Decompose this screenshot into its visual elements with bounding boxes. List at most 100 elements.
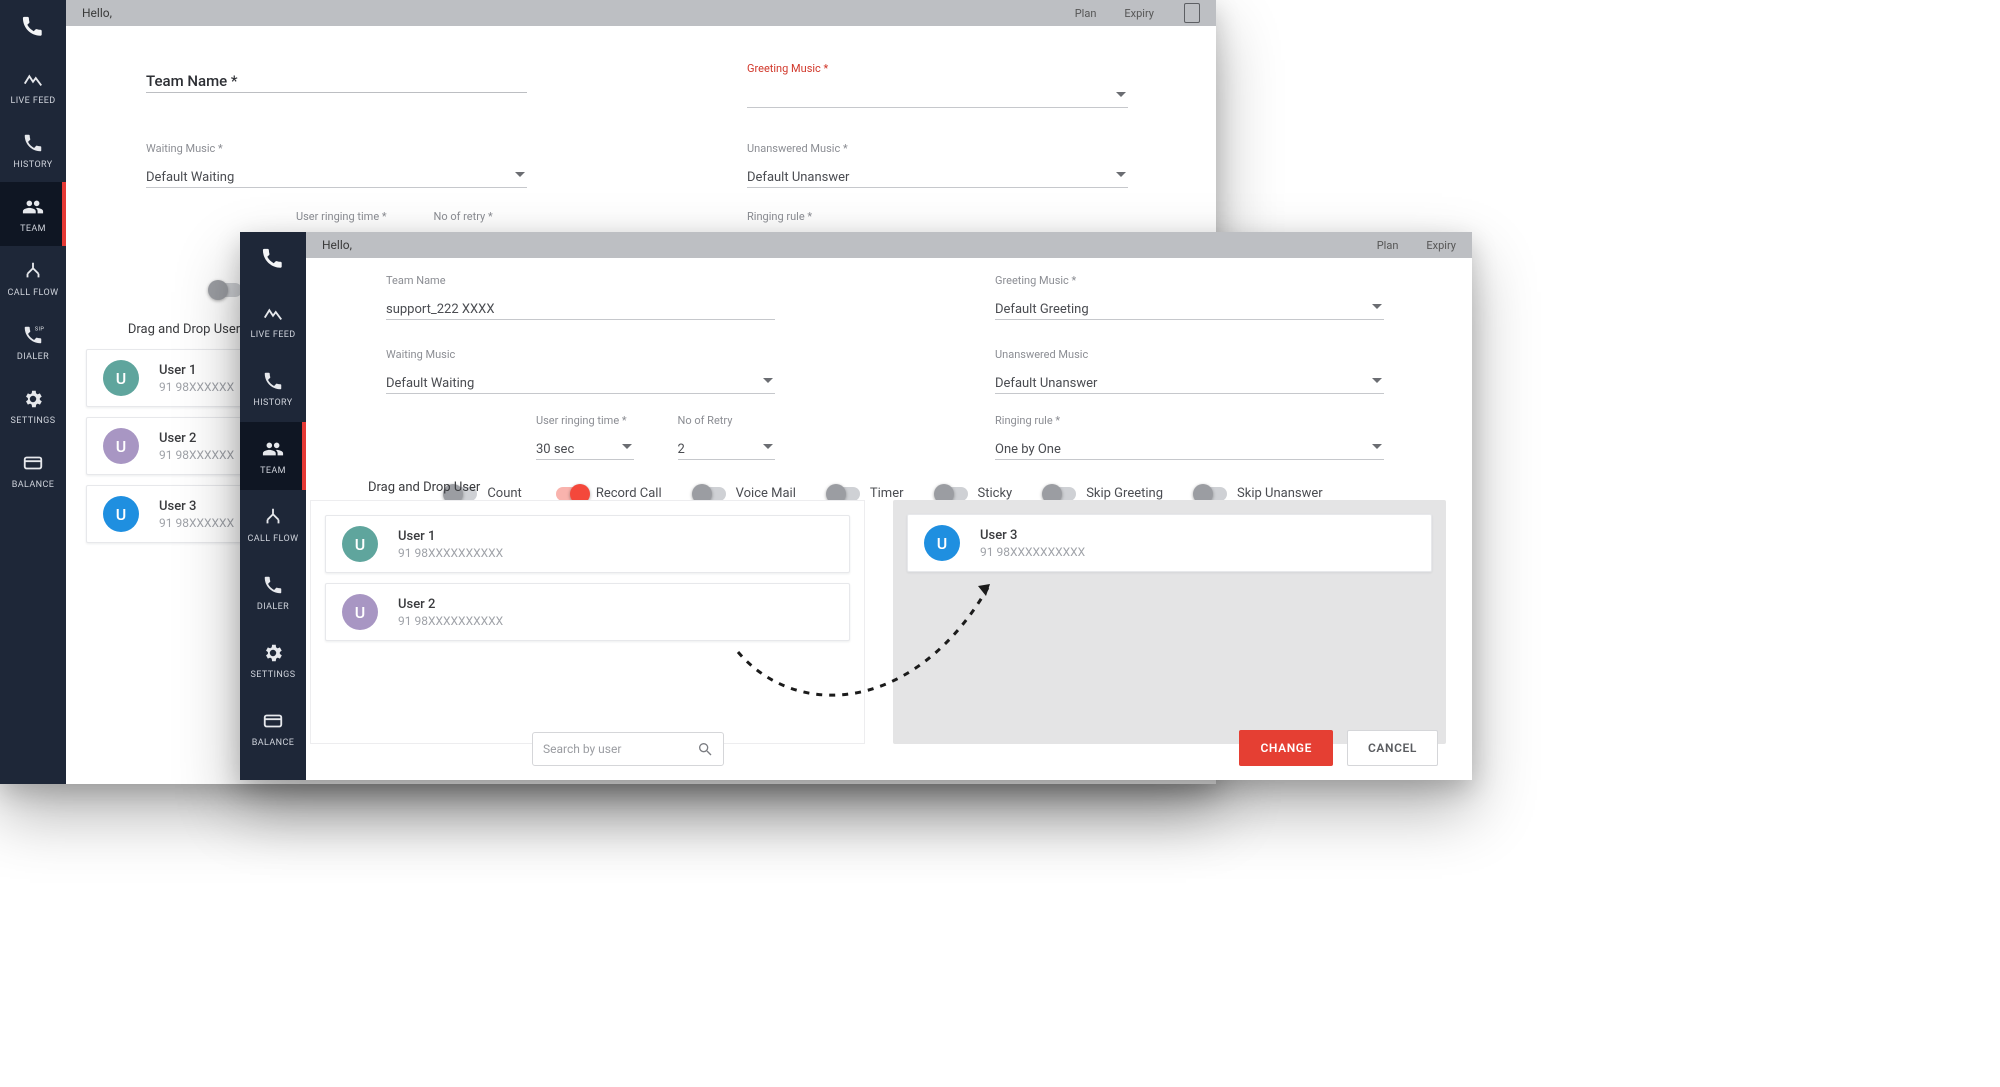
search-icon [697, 741, 713, 757]
nav-history[interactable]: HISTORY [240, 354, 306, 422]
user-number: 91 98XXXXXX [159, 516, 234, 530]
ring-time-field[interactable]: User ringing time * 30 sec [536, 414, 634, 460]
switch-icon [938, 487, 968, 501]
toggle-record-call[interactable]: Record Call [556, 486, 662, 501]
nav-label: DIALER [257, 602, 289, 612]
waiting-music-field[interactable]: Waiting Music * Default Waiting [146, 142, 527, 188]
user-number: 91 98XXXXXX [159, 380, 234, 394]
flow-icon [262, 506, 284, 528]
user-card[interactable]: UUser 391 98XXXXXXXXXX [907, 514, 1432, 572]
hello-text: Hello, [82, 6, 112, 20]
user-card[interactable]: UUser 191 98XXXXXXXXXX [325, 515, 850, 573]
nav-team[interactable]: TEAM [0, 182, 66, 246]
retry-field[interactable]: No of Retry 2 [678, 414, 776, 460]
team-name-field[interactable]: Team Name support_222 XXXX [386, 274, 775, 320]
user-name: User 1 [159, 363, 234, 378]
nav-label: TEAM [260, 466, 286, 476]
toggle-voice-mail[interactable]: Voice Mail [696, 486, 796, 501]
search-input[interactable]: Search by user [532, 732, 724, 766]
nav-call-flow[interactable]: CALL FLOW [240, 490, 306, 558]
ringing-rule-field[interactable]: Ringing rule * One by One [995, 414, 1384, 460]
switch-icon [696, 487, 726, 501]
toggle-label: Skip Unanswer [1237, 486, 1323, 501]
greeting-music-field[interactable]: Greeting Music * [747, 62, 1128, 108]
user-card[interactable]: UUser 291 98XXXXXXXXXX [325, 583, 850, 641]
user-name: User 3 [980, 528, 1085, 543]
toggle-row: Count Record Call Voice Mail Timer Sticky Ski… [386, 486, 1384, 501]
waiting-music-field[interactable]: Waiting Music Default Waiting [386, 348, 775, 394]
app-logo [0, 0, 66, 54]
activity-icon [262, 302, 284, 324]
nav-label: BALANCE [252, 738, 294, 748]
switch-icon [830, 487, 860, 501]
nav-label: CALL FLOW [248, 534, 299, 544]
device-icon [1184, 3, 1200, 23]
team-icon [22, 196, 44, 218]
cancel-button[interactable]: CANCEL [1347, 730, 1438, 766]
switch-icon [1046, 487, 1076, 501]
avatar: U [103, 496, 139, 532]
toggle-label: Skip Greeting [1086, 486, 1163, 501]
search-placeholder: Search by user [543, 742, 621, 756]
nav-history[interactable]: HISTORY [0, 118, 66, 182]
phone-logo-icon [22, 16, 44, 38]
toggle-skip-unanswer[interactable]: Skip Unanswer [1197, 486, 1323, 501]
nav-call-flow[interactable]: CALL FLOW [0, 246, 66, 310]
user-name: User 2 [398, 597, 503, 612]
field-label: Unanswered Music * [747, 142, 1128, 155]
expiry-label: Expiry [1124, 7, 1154, 20]
phone-logo-icon [262, 248, 284, 270]
nav-label: HISTORY [13, 160, 52, 170]
nav-dialer[interactable]: SIP DIALER [0, 310, 66, 374]
avatar: U [342, 526, 378, 562]
nav-balance[interactable]: BALANCE [0, 438, 66, 502]
toggle-label: Count [487, 486, 521, 501]
switch-icon [556, 487, 586, 501]
available-users-panel[interactable]: UUser 191 98XXXXXXXXXXUUser 291 98XXXXXX… [310, 500, 865, 744]
field-label: Team Name [386, 274, 775, 287]
nav-label: HISTORY [253, 398, 292, 408]
toggle-label: Record Call [596, 486, 662, 501]
assigned-users-panel[interactable]: UUser 391 98XXXXXXXXXX [893, 500, 1446, 744]
field-label: Waiting Music [386, 348, 775, 361]
field-label: Waiting Music * [146, 142, 527, 155]
svg-text:SIP: SIP [35, 326, 44, 332]
toggle-timer[interactable]: Timer [830, 486, 904, 501]
avatar: U [103, 428, 139, 464]
nav-settings[interactable]: SETTINGS [0, 374, 66, 438]
team-icon [262, 438, 284, 460]
nav-team[interactable]: TEAM [240, 422, 306, 490]
plan-label: Plan [1377, 239, 1399, 252]
user-number: 91 98XXXXXX [159, 448, 234, 462]
toggle-sticky[interactable]: Sticky [938, 486, 1013, 501]
phone-icon [22, 132, 44, 154]
nav-live-feed[interactable]: LIVE FEED [0, 54, 66, 118]
topbar: Hello, Plan Expiry [66, 0, 1216, 26]
team-name-field[interactable]: Team Name * [146, 62, 527, 93]
avatar: U [342, 594, 378, 630]
toggle-label: Voice Mail [736, 486, 796, 501]
nav-label: DIALER [17, 352, 49, 362]
nav-live-feed[interactable]: LIVE FEED [240, 286, 306, 354]
nav-label: TEAM [20, 224, 46, 234]
nav-dialer[interactable]: DIALER [240, 558, 306, 626]
switch-icon [1197, 487, 1227, 501]
card-icon [22, 452, 44, 474]
field-label: Unanswered Music [995, 348, 1384, 361]
nav-label: CALL FLOW [8, 288, 59, 298]
switch-icon [212, 283, 242, 297]
unanswered-music-field[interactable]: Unanswered Music Default Unanswer [995, 348, 1384, 394]
team-form: Team Name support_222 XXXX Greeting Musi… [386, 274, 1384, 501]
change-button[interactable]: CHANGE [1239, 730, 1333, 766]
greeting-music-field[interactable]: Greeting Music * Default Greeting [995, 274, 1384, 320]
sidebar: LIVE FEED HISTORY TEAM CALL FLOW DIALER … [240, 232, 306, 780]
phone-icon [262, 370, 284, 392]
toggle-skip-greeting[interactable]: Skip Greeting [1046, 486, 1163, 501]
field-label: Greeting Music * [747, 62, 1128, 75]
nav-settings[interactable]: SETTINGS [240, 626, 306, 694]
activity-icon [22, 68, 44, 90]
avatar: U [103, 360, 139, 396]
drag-panels: UUser 191 98XXXXXXXXXXUUser 291 98XXXXXX… [310, 500, 1446, 744]
nav-balance[interactable]: BALANCE [240, 694, 306, 762]
unanswered-music-field[interactable]: Unanswered Music * Default Unanswer [747, 142, 1128, 188]
